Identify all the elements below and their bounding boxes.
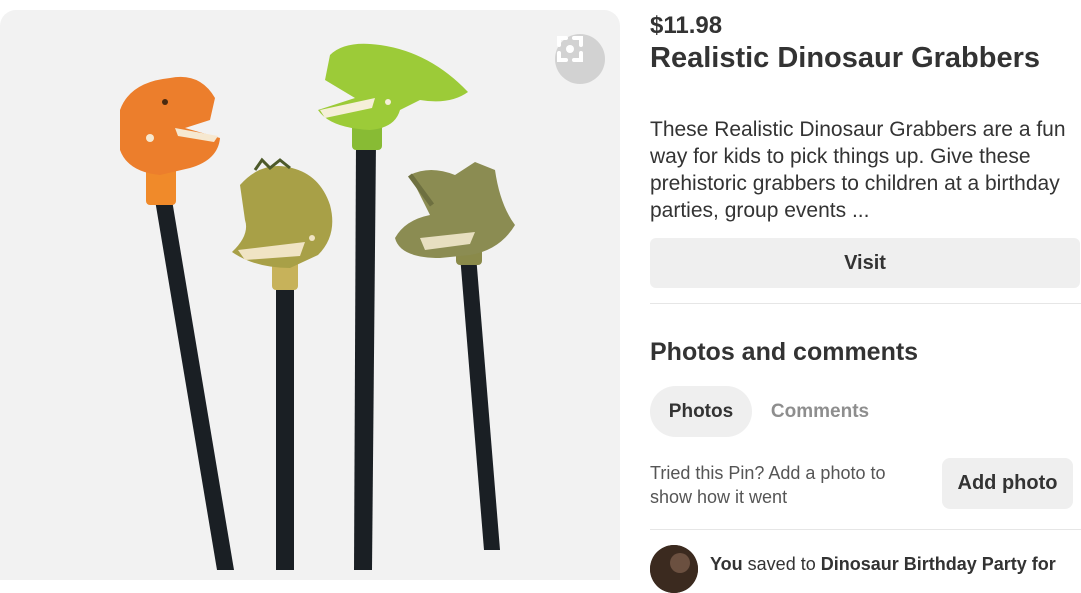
grabber-stick-3 <box>354 142 376 570</box>
activity-user[interactable]: You <box>710 554 743 574</box>
expand-icon <box>557 36 583 62</box>
dinosaur-grabbers-illustration <box>120 43 515 570</box>
expand-image-button[interactable] <box>555 34 605 84</box>
product-description: These Realistic Dinosaur Grabbers are a … <box>650 118 1066 222</box>
add-photo-button[interactable]: Add photo <box>942 458 1073 509</box>
save-activity: You saved to Dinosaur Birthday Party for <box>650 545 1081 593</box>
product-image[interactable] <box>0 10 620 580</box>
tab-comments[interactable]: Comments <box>758 386 882 437</box>
activity-text: You saved to Dinosaur Birthday Party for <box>710 554 1056 575</box>
green-dino-head <box>318 43 468 150</box>
olive-dino-head <box>232 157 333 290</box>
product-title[interactable]: Realistic Dinosaur Grabbers <box>650 42 1040 75</box>
tab-photos[interactable]: Photos <box>650 386 752 437</box>
product-price: $11.98 <box>650 12 723 39</box>
visit-button[interactable]: Visit <box>650 238 1080 288</box>
activity-board[interactable]: Dinosaur Birthday Party for <box>821 554 1056 574</box>
divider <box>650 529 1081 530</box>
divider <box>650 303 1081 304</box>
avatar[interactable] <box>650 545 698 593</box>
grabber-stick-4 <box>460 255 500 550</box>
pin-details: $11.98 Realistic Dinosaur Grabbers These… <box>650 0 1081 593</box>
grabber-stick-1 <box>155 200 234 570</box>
add-photo-prompt: Tried this Pin? Add a photo to show how … <box>650 463 886 507</box>
triceratops-head <box>395 162 515 265</box>
avatar-image <box>650 545 698 593</box>
activity-action: saved to <box>742 554 821 574</box>
grabber-stick-2 <box>276 285 294 570</box>
orange-dino-head <box>120 76 220 205</box>
photos-comments-heading: Photos and comments <box>650 338 919 366</box>
